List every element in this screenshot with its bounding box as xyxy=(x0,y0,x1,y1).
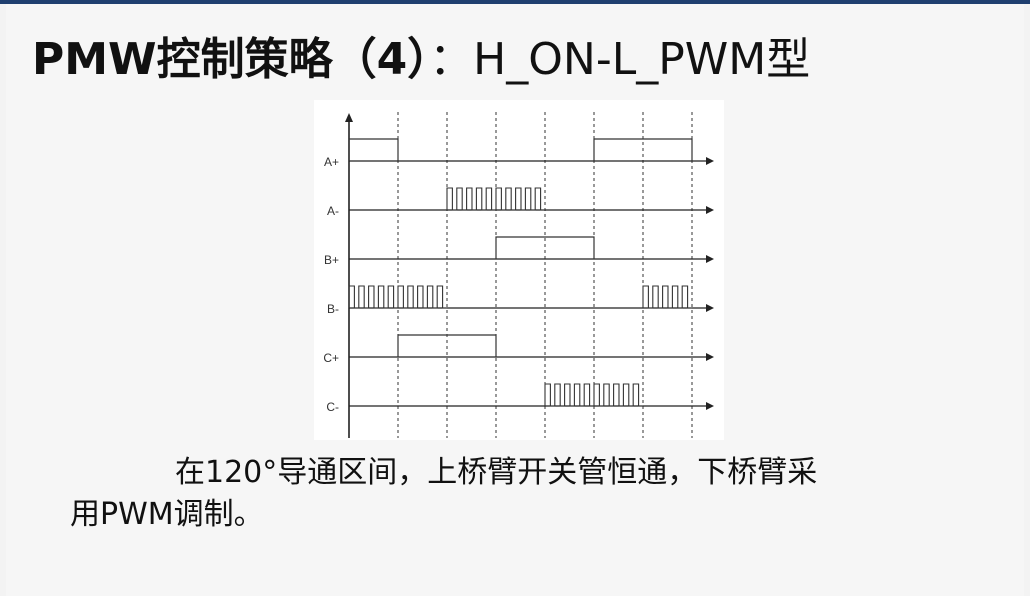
on-pulse xyxy=(348,138,399,161)
signal-baseline-arrow xyxy=(706,157,714,165)
caption-line-2: 用PWM调制。 xyxy=(70,497,264,532)
pwm-pulse-train xyxy=(446,187,545,211)
signal-label-Bminus: B- xyxy=(327,302,339,316)
pwm-pulse-train xyxy=(348,285,447,309)
timing-diagram: A+ A- B+ B- C+ C- xyxy=(314,100,724,440)
signal-baseline-arrow xyxy=(706,304,714,312)
title-bold-part: PMW控制策略（4） xyxy=(32,34,430,85)
time-axis-arrow xyxy=(345,113,353,122)
caption-line-1: 在120°导通区间，上桥臂开关管恒通，下桥臂采 xyxy=(175,455,818,490)
caption: 在120°导通区间，上桥臂开关管恒通，下桥臂采 用PWM调制。 xyxy=(70,452,930,536)
signal-label-Cplus: C+ xyxy=(323,351,339,365)
pwm-pulse-train xyxy=(642,285,692,309)
slide-title: PMW控制策略（4）：H_ON-L_PWM型 xyxy=(32,34,810,86)
signal-label-Cminus: C- xyxy=(326,400,339,414)
signal-baseline-arrow xyxy=(706,402,714,410)
signal-baseline-arrow xyxy=(706,255,714,263)
signal-label-Aminus: A- xyxy=(327,204,339,218)
signal-baseline-arrow xyxy=(706,206,714,214)
title-normal-part: ：H_ON-L_PWM型 xyxy=(429,34,811,85)
signal-label-Bplus: B+ xyxy=(324,253,339,267)
timing-diagram-svg: A+ A- B+ B- C+ C- xyxy=(323,112,714,438)
signal-label-Aplus: A+ xyxy=(324,155,339,169)
pwm-pulse-train xyxy=(544,383,643,407)
signal-baseline-arrow xyxy=(706,353,714,361)
